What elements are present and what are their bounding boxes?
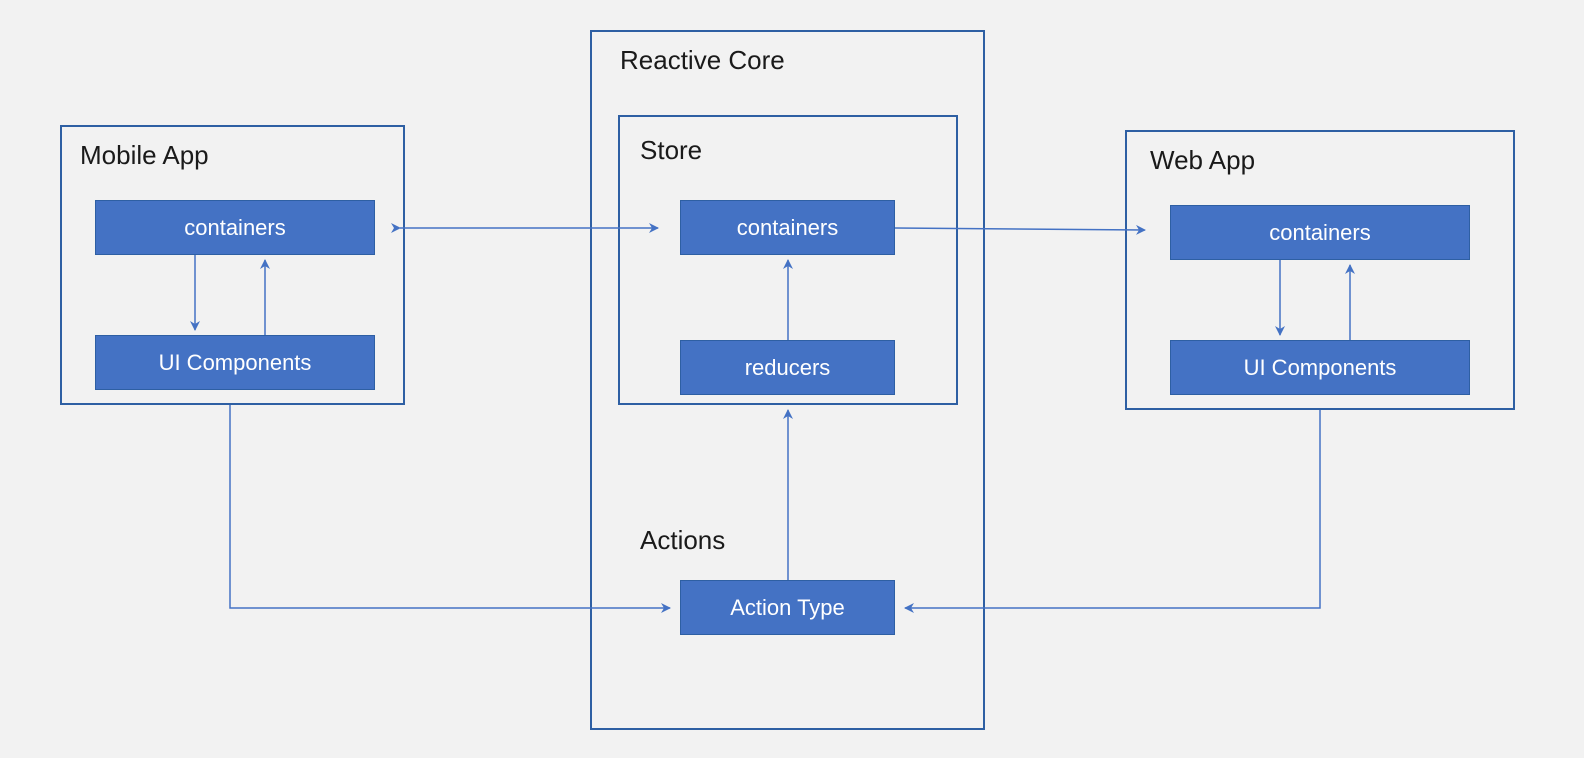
- mobile-ui-components-box: UI Components: [95, 335, 375, 390]
- web-containers-label: containers: [1269, 220, 1371, 246]
- diagram-canvas: Mobile App containers UI Components Reac…: [0, 0, 1584, 758]
- store-reducers-box: reducers: [680, 340, 895, 395]
- store-containers-label: containers: [737, 215, 839, 241]
- mobile-containers-box: containers: [95, 200, 375, 255]
- reactive-core-title: Reactive Core: [620, 45, 785, 76]
- mobile-ui-components-label: UI Components: [159, 350, 312, 376]
- mobile-app-title: Mobile App: [80, 140, 209, 171]
- web-containers-box: containers: [1170, 205, 1470, 260]
- action-type-label: Action Type: [730, 595, 845, 621]
- actions-title: Actions: [640, 525, 725, 556]
- store-reducers-label: reducers: [745, 355, 831, 381]
- action-type-box: Action Type: [680, 580, 895, 635]
- web-ui-components-label: UI Components: [1244, 355, 1397, 381]
- mobile-containers-label: containers: [184, 215, 286, 241]
- web-ui-components-box: UI Components: [1170, 340, 1470, 395]
- store-title: Store: [640, 135, 702, 166]
- web-app-title: Web App: [1150, 145, 1255, 176]
- store-containers-box: containers: [680, 200, 895, 255]
